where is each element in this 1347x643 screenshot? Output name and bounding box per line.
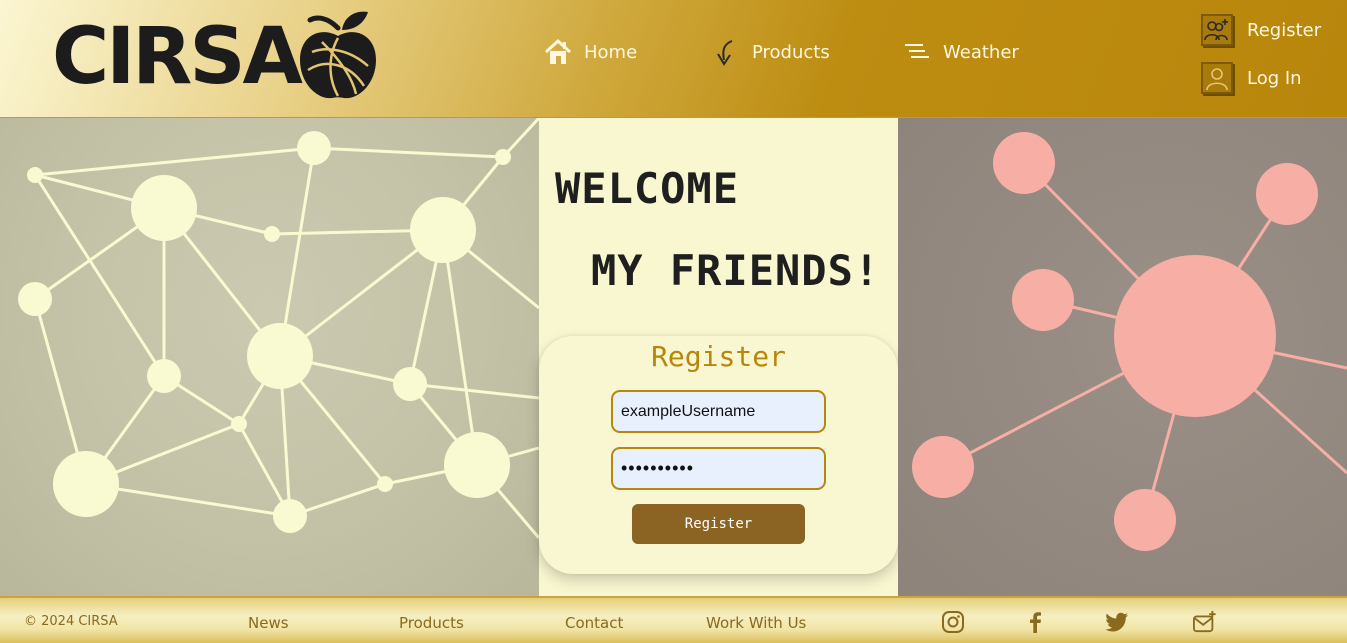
login-link-label: Log In [1247, 67, 1302, 89]
network-graph-pink [912, 132, 1347, 551]
brand-logo[interactable]: CIRSA [52, 6, 382, 106]
username-input[interactable]: exampleUsername [611, 390, 826, 433]
welcome-subheading: MY FRIENDS! [591, 246, 881, 295]
welcome-panel: WELCOME MY FRIENDS! Register exampleUser… [539, 118, 898, 596]
nav-products[interactable]: Products [712, 38, 830, 66]
copyright-text: © 2024 CIRSA [24, 614, 118, 629]
register-submit-button[interactable]: Register [632, 504, 805, 544]
add-user-icon [1201, 14, 1233, 46]
footer-link-contact[interactable]: Contact [565, 614, 623, 632]
register-card: Register exampleUsername •••••••••• Regi… [539, 336, 898, 574]
twitter-icon[interactable] [1105, 610, 1129, 634]
network-illustration-left [0, 118, 539, 596]
nav-weather-label: Weather [943, 41, 1019, 63]
instagram-icon[interactable] [941, 610, 965, 634]
register-form-title: Register [651, 340, 786, 373]
nav-products-label: Products [752, 41, 830, 63]
brand-name: CIRSA [52, 12, 303, 102]
password-input[interactable]: •••••••••• [611, 447, 826, 490]
network-graph-cream [18, 118, 539, 539]
apple-logo-icon [300, 11, 376, 99]
arrow-down-curved-icon [717, 40, 733, 66]
register-link-label: Register [1247, 19, 1322, 41]
facebook-icon[interactable] [1023, 610, 1047, 634]
network-illustration-right [898, 118, 1347, 596]
nav-weather[interactable]: Weather [903, 38, 1019, 66]
mail-plus-icon[interactable] [1193, 610, 1217, 634]
home-icon [544, 38, 572, 64]
nav-home[interactable]: Home [544, 38, 637, 66]
menu-lines-icon [905, 44, 929, 58]
nav-home-label: Home [584, 41, 638, 63]
footer-link-work-with-us[interactable]: Work With Us [706, 614, 806, 632]
footer-link-products[interactable]: Products [399, 614, 464, 632]
register-link[interactable]: Register [1201, 14, 1321, 46]
footer: © 2024 CIRSA News Products Contact Work … [0, 596, 1347, 643]
welcome-heading: WELCOME [555, 164, 740, 213]
footer-link-news[interactable]: News [248, 614, 289, 632]
login-link[interactable]: Log In [1201, 62, 1302, 94]
header: CIRSA Home Products Weather Register Log… [0, 0, 1347, 118]
user-icon [1201, 62, 1233, 94]
